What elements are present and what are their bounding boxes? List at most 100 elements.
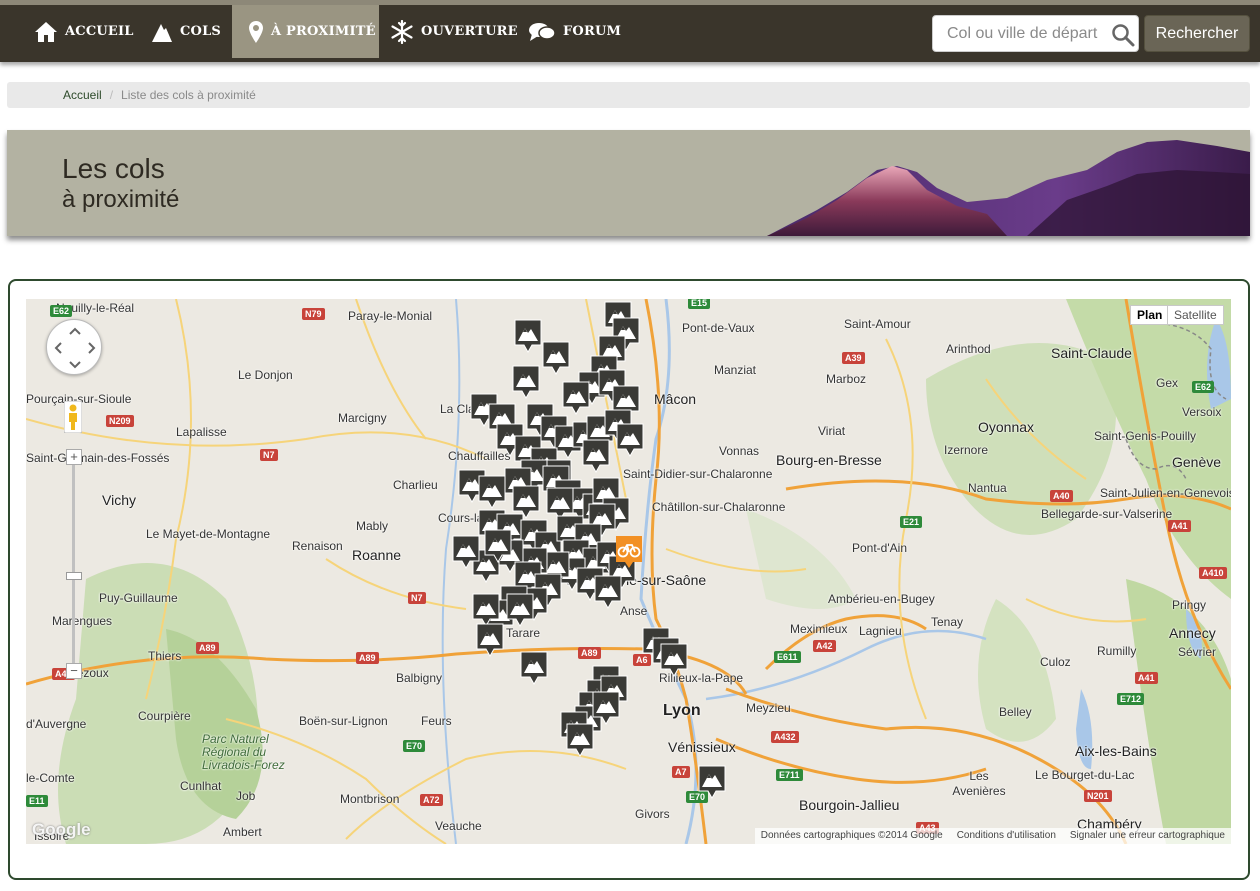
mountain-pass-marker[interactable] [566, 723, 594, 757]
mountain-pass-marker[interactable] [660, 643, 688, 677]
mountain-pass-marker[interactable] [542, 341, 570, 375]
mountain-pass-marker[interactable] [514, 319, 542, 353]
mountain-pass-marker[interactable] [582, 439, 610, 473]
map-town-label: Les Avenières [952, 769, 1006, 798]
nav-item-cols[interactable]: COLS [151, 5, 221, 58]
home-icon [35, 21, 57, 42]
nav-item-forum[interactable]: FORUM [528, 5, 621, 58]
mountain-pass-marker[interactable] [562, 381, 590, 415]
map-town-label: Lagnieu [859, 624, 902, 638]
map-town-label: Saint-Julien-en-Genevois [1100, 486, 1231, 500]
map-attribution: Données cartographiques ©2014 Google Con… [754, 828, 1231, 844]
map-pin-icon [249, 20, 263, 43]
road-shield: E70 [403, 740, 426, 752]
report-map-error-link[interactable]: Signaler une erreur cartographique [1070, 828, 1225, 844]
nav-item-accueil[interactable]: ACCUEIL [34, 5, 134, 58]
road-shield: N79 [302, 308, 325, 320]
road-shield: A432 [771, 731, 799, 743]
road-shield: E62 [50, 305, 73, 317]
mountain-pass-marker[interactable] [594, 575, 622, 609]
road-shield: A42 [813, 640, 836, 652]
road-shield: N201 [1084, 790, 1112, 802]
mountain-pass-marker[interactable] [484, 529, 512, 563]
page-banner: Les cols à proximité [7, 130, 1250, 236]
mountain-pass-marker[interactable] [452, 535, 480, 569]
zoom-out-button[interactable]: − [66, 663, 82, 679]
map-town-label: Vénissieux [668, 739, 736, 755]
road-shield: A41 [1135, 672, 1158, 684]
map-town-label: Saint-Claude [1051, 345, 1132, 361]
snowflake-icon [391, 19, 413, 44]
road-shield: E11 [26, 795, 48, 807]
nav-item-a-proximite[interactable]: À PROXIMITÉ [232, 5, 379, 58]
zoom-slider-handle[interactable] [66, 572, 82, 580]
road-shield: A40 [1050, 490, 1073, 502]
map-town-label: Montbrison [340, 792, 400, 806]
nearby-passes-map[interactable]: Neuilly-le-Réal Paray-le-Monial Pont-de-… [26, 299, 1231, 844]
nav-item-ouverture[interactable]: OUVERTURE [390, 5, 518, 58]
mountain-pass-marker[interactable] [698, 765, 726, 799]
map-town-label: Saint-Genis-Pouilly [1094, 429, 1197, 443]
search-icon[interactable] [1111, 23, 1135, 47]
map-town-label: Le Donjon [238, 368, 293, 382]
terms-of-use-link[interactable]: Conditions d'utilisation [957, 828, 1056, 844]
bicycle-location-marker[interactable] [614, 534, 644, 570]
mountain-banner-image [767, 140, 1250, 236]
mountain-pass-marker[interactable] [472, 593, 500, 627]
map-town-label: Roanne [352, 547, 402, 563]
map-town-label: Bourg-en-Bresse [776, 452, 882, 468]
map-town-label: Vonnas [719, 444, 760, 458]
mountain-pass-marker[interactable] [512, 365, 540, 399]
map-park-label: Parc Naturel Régional du Livradois-Forez [202, 732, 285, 772]
map-town-label: Le Bourget-du-Lac [1035, 768, 1135, 782]
road-shield: A39 [842, 352, 865, 364]
road-shield: A7 [672, 766, 690, 778]
road-shield: E712 [1117, 693, 1145, 705]
map-type-satellite-button[interactable]: Satellite [1167, 305, 1224, 325]
road-shield: A89 [356, 652, 379, 664]
map-town-label: Arinthod [946, 342, 991, 356]
road-shield: E15 [688, 299, 711, 309]
map-town-label: Rumilly [1097, 644, 1137, 658]
road-shield: A41 [1168, 520, 1191, 532]
map-type-plan-button[interactable]: Plan [1130, 305, 1170, 325]
search-input[interactable] [933, 16, 1103, 51]
page-title: Les cols [62, 153, 165, 184]
breadcrumb-home-link[interactable]: Accueil [63, 88, 102, 102]
map-town-label: Meyzieu [746, 701, 791, 715]
map-town-label: Oyonnax [978, 419, 1035, 435]
mountain-pass-marker[interactable] [476, 623, 504, 657]
road-shield: A72 [420, 794, 443, 806]
map-town-label: Saint-Didier-sur-Chalaronne [623, 467, 773, 481]
map-town-label: Veauche [435, 819, 482, 833]
mountain-pass-marker[interactable] [478, 475, 506, 509]
mountain-pass-marker[interactable] [616, 423, 644, 457]
road-shield: E611 [774, 651, 801, 663]
map-town-label: Mably [356, 519, 389, 533]
map-data-credit: Données cartographiques ©2014 Google [760, 830, 943, 841]
zoom-slider-track[interactable] [72, 449, 75, 669]
map-town-label: Saint-Amour [844, 317, 911, 331]
google-logo: Google [32, 820, 91, 839]
map-town-label: Courpière [138, 709, 191, 723]
map-town-label: d'Auvergne [26, 717, 87, 731]
road-shield: A410 [1199, 567, 1227, 579]
mountain-pass-marker[interactable] [520, 651, 548, 685]
search-button[interactable]: Rechercher [1144, 15, 1250, 52]
map-pan-control[interactable] [46, 319, 102, 375]
street-view-pegman-icon[interactable] [64, 401, 82, 433]
nav-label: COLS [180, 24, 221, 39]
map-town-label: Charlieu [393, 478, 438, 492]
nav-label: ACCUEIL [65, 24, 134, 39]
mountain-pass-marker[interactable] [592, 691, 620, 725]
map-town-label: Viriat [818, 424, 846, 438]
map-town-label: Marboz [826, 372, 867, 386]
road-shield: E21 [900, 516, 923, 528]
map-town-label: Aix-les-Bains [1075, 743, 1157, 759]
mountain-pass-marker[interactable] [506, 593, 534, 627]
search-box [932, 15, 1139, 52]
map-town-label: Pringy [1172, 598, 1207, 612]
map-town-label: Pont-d'Ain [852, 541, 907, 555]
map-town-label: Ambérieu-en-Bugey [828, 592, 935, 606]
zoom-in-button[interactable]: + [66, 449, 82, 465]
